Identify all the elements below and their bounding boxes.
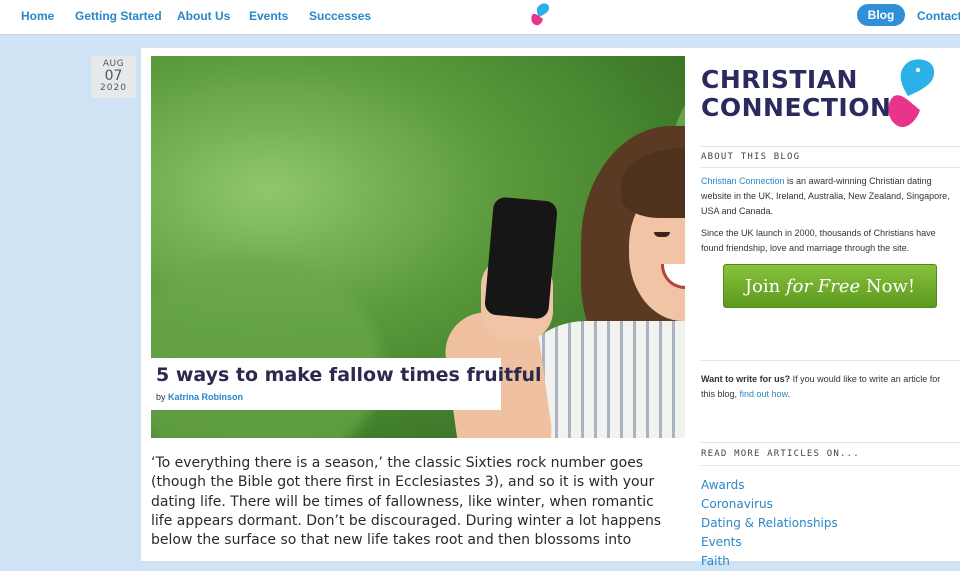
about-paragraph-2: Since the UK launch in 2000, thousands o… <box>701 228 936 253</box>
sidebar-divider <box>701 442 960 443</box>
about-brand-link[interactable]: Christian Connection <box>701 176 785 186</box>
write-for-us: Want to write for us? If you would like … <box>701 372 956 402</box>
christian-connection-hearts-icon[interactable] <box>528 2 552 28</box>
category-link[interactable]: Faith <box>701 552 838 571</box>
category-link[interactable]: Dating & Relationships <box>701 514 838 533</box>
nav-events[interactable]: Events <box>249 9 288 23</box>
logo-line-2: CONNECTION <box>701 93 892 122</box>
join-for-free-button[interactable]: Join for Free Now! <box>723 264 937 308</box>
date-day: 07 <box>104 68 123 84</box>
post-title-box: 5 ways to make fallow times fruitful by … <box>151 358 542 410</box>
nav-home[interactable]: Home <box>21 9 54 23</box>
byline-label: by <box>156 392 166 402</box>
about-paragraph-1: Christian Connection is an award-winning… <box>701 174 956 219</box>
write-bold: Want to write for us? <box>701 374 791 384</box>
category-list: Awards Coronavirus Dating & Relationship… <box>701 476 838 571</box>
brand-hearts-icon <box>888 59 935 128</box>
sidebar-divider <box>701 146 960 147</box>
nav-blog-button[interactable]: Blog <box>857 4 905 26</box>
logo-line-1: CHRISTIAN <box>701 65 858 94</box>
sidebar-divider <box>701 167 960 168</box>
category-link[interactable]: Coronavirus <box>701 495 838 514</box>
category-link[interactable]: Awards <box>701 476 838 495</box>
nav-contact[interactable]: Contact <box>917 9 960 23</box>
category-link[interactable]: Events <box>701 533 838 552</box>
post-title[interactable]: 5 ways to make fallow times fruitful <box>156 364 542 386</box>
nav-about-us[interactable]: About Us <box>177 9 230 23</box>
date-year: 2020 <box>100 83 127 93</box>
nav-successes[interactable]: Successes <box>309 9 371 23</box>
article-paragraph: ‘To everything there is a season,’ the c… <box>151 455 662 549</box>
article-body: ‘To everything there is a season,’ the c… <box>151 454 676 550</box>
brand-logo-text[interactable]: CHRISTIAN CONNECTION <box>701 66 891 122</box>
author-link[interactable]: Katrina Robinson <box>168 392 243 402</box>
sidebar-divider <box>701 360 960 361</box>
join-pre: Join <box>744 276 786 297</box>
nav-getting-started[interactable]: Getting Started <box>75 9 162 23</box>
post-byline: by Katrina Robinson <box>156 392 243 402</box>
post-date-badge: AUG 07 2020 <box>91 56 136 98</box>
about-heading: ABOUT THIS BLOG <box>701 152 801 162</box>
top-navigation: Home Getting Started About Us Events Suc… <box>0 0 960 35</box>
sidebar-divider <box>701 465 960 466</box>
find-out-how-link[interactable]: find out how <box>740 389 788 399</box>
join-em: for Free <box>785 276 861 297</box>
write-end: . <box>787 389 791 399</box>
read-more-heading: READ MORE ARTICLES ON... <box>701 449 860 459</box>
join-post: Now! <box>860 276 916 297</box>
